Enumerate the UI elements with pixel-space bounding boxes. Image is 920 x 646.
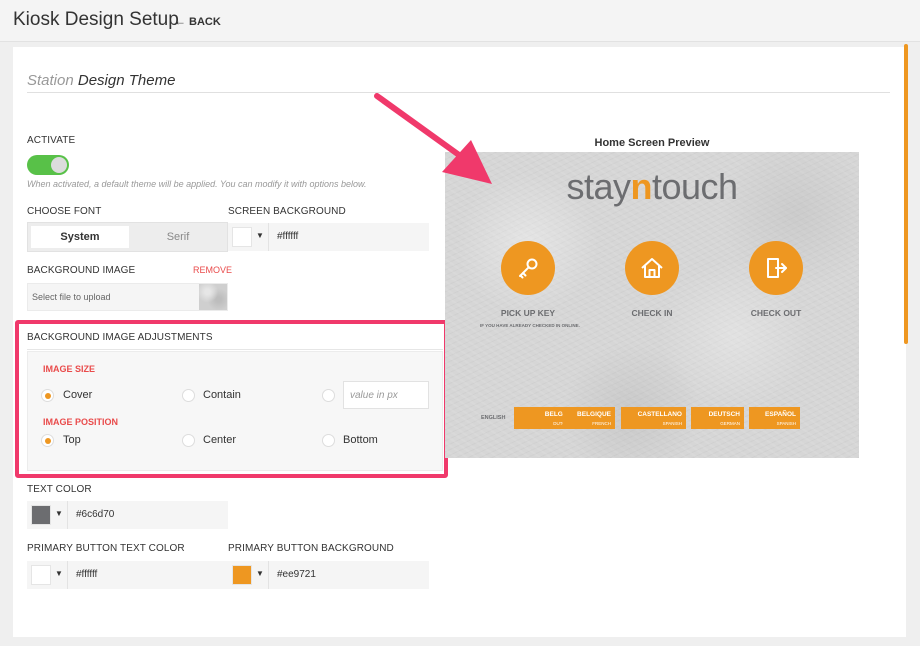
background-image-label: BACKGROUND IMAGE [27, 265, 136, 276]
primary-button-text-color-value[interactable]: #ffffff [76, 569, 97, 580]
primary-button-background-picker[interactable]: ▼ #ee9721 [228, 561, 429, 589]
screen-background-label: SCREEN BACKGROUND [228, 206, 346, 217]
language-sub: GERMAN [720, 421, 740, 426]
scrollbar[interactable] [904, 44, 908, 344]
section-divider [27, 92, 890, 93]
back-label: BACK [189, 16, 221, 28]
section-title-design-theme: Design Theme [73, 72, 176, 89]
color-separator [268, 561, 269, 589]
language-sub: SPANISH [662, 421, 682, 426]
preview-title: Home Screen Preview [594, 137, 710, 149]
language-button-deutsch: DEUTSCH GERMAN [691, 407, 744, 429]
primary-button-text-color-swatch[interactable] [31, 565, 51, 585]
color-separator [268, 223, 269, 251]
primary-button-background-swatch[interactable] [232, 565, 252, 585]
background-image-thumbnail [199, 284, 227, 310]
highlight-annotation-box [15, 320, 448, 478]
check-in-label: CHECK IN [631, 308, 673, 318]
caret-down-icon[interactable]: ▼ [256, 231, 264, 240]
text-color-picker[interactable]: ▼ #6c6d70 [27, 501, 228, 529]
current-language-label: ENGLISH [481, 415, 506, 421]
activate-label: ACTIVATE [27, 135, 76, 146]
pick-up-key-note: IF YOU HAVE ALREADY CHECKED IN ONLINE. [480, 323, 580, 328]
font-selector: System Serif [27, 222, 228, 252]
primary-button-text-color-picker[interactable]: ▼ #ffffff [27, 561, 228, 589]
check-in-button [625, 241, 679, 295]
file-upload-placeholder: Select file to upload [32, 292, 111, 302]
house-icon [641, 258, 663, 278]
activate-toggle[interactable] [27, 155, 69, 175]
color-separator [67, 501, 68, 529]
pick-up-key-label: PICK UP KEY [500, 308, 556, 318]
home-screen-preview: stayntouch PICK UP KEY IF YOU HAVE ALREA… [445, 152, 859, 458]
logo-part-touch: touch [651, 166, 738, 207]
back-button[interactable]: ← BACK [174, 14, 221, 28]
language-name: DEUTSCH [708, 411, 740, 418]
language-sub: SPANISH [776, 421, 796, 426]
key-icon [519, 258, 538, 279]
language-name: ESPAÑOL [765, 411, 796, 418]
file-upload-input[interactable]: Select file to upload [27, 283, 228, 311]
caret-down-icon[interactable]: ▼ [55, 509, 63, 518]
language-button-espanol: ESPAÑOL SPANISH [749, 407, 800, 429]
check-out-label: CHECK OUT [750, 308, 802, 318]
door-exit-icon [767, 258, 787, 278]
language-name: BELGIQUE [577, 411, 611, 418]
primary-button-background-value[interactable]: #ee9721 [277, 569, 316, 580]
stayntouch-logo: stayntouch [445, 166, 859, 208]
page-title: Kiosk Design Setup [13, 9, 179, 30]
primary-button-text-color-label: PRIMARY BUTTON TEXT COLOR [27, 543, 185, 554]
language-button-castellano: CASTELLANO SPANISH [621, 407, 686, 429]
screen-background-swatch[interactable] [232, 227, 252, 247]
primary-button-background-label: PRIMARY BUTTON BACKGROUND [228, 543, 394, 554]
screen-background-value[interactable]: #ffffff [277, 231, 298, 242]
toggle-knob [51, 157, 67, 173]
language-name: CASTELLANO [637, 411, 682, 418]
caret-down-icon[interactable]: ▼ [256, 569, 264, 578]
choose-font-label: CHOOSE FONT [27, 206, 102, 217]
logo-part-stay: stay [566, 166, 631, 207]
color-separator [67, 561, 68, 589]
font-option-system[interactable]: System [31, 226, 129, 248]
top-bar: Kiosk Design Setup ← BACK [0, 0, 920, 42]
section-title-station: Station [27, 72, 74, 89]
text-color-swatch[interactable] [31, 505, 51, 525]
language-button-belgique: BELGIQUE FRENCH [563, 407, 615, 429]
text-color-label: TEXT COLOR [27, 484, 92, 495]
font-option-serif[interactable]: Serif [130, 226, 226, 248]
check-out-button [749, 241, 803, 295]
arrow-left-icon: ← [174, 14, 186, 28]
section-title: Station Design Theme [27, 72, 175, 89]
language-sub: FRENCH [592, 421, 611, 426]
logo-part-n: n [630, 166, 652, 207]
text-color-value[interactable]: #6c6d70 [76, 509, 114, 520]
screen-background-picker[interactable]: ▼ #ffffff [228, 223, 429, 251]
caret-down-icon[interactable]: ▼ [55, 569, 63, 578]
activate-hint: When activated, a default theme will be … [27, 179, 367, 189]
pick-up-key-button [501, 241, 555, 295]
remove-image-link[interactable]: REMOVE [193, 265, 232, 275]
